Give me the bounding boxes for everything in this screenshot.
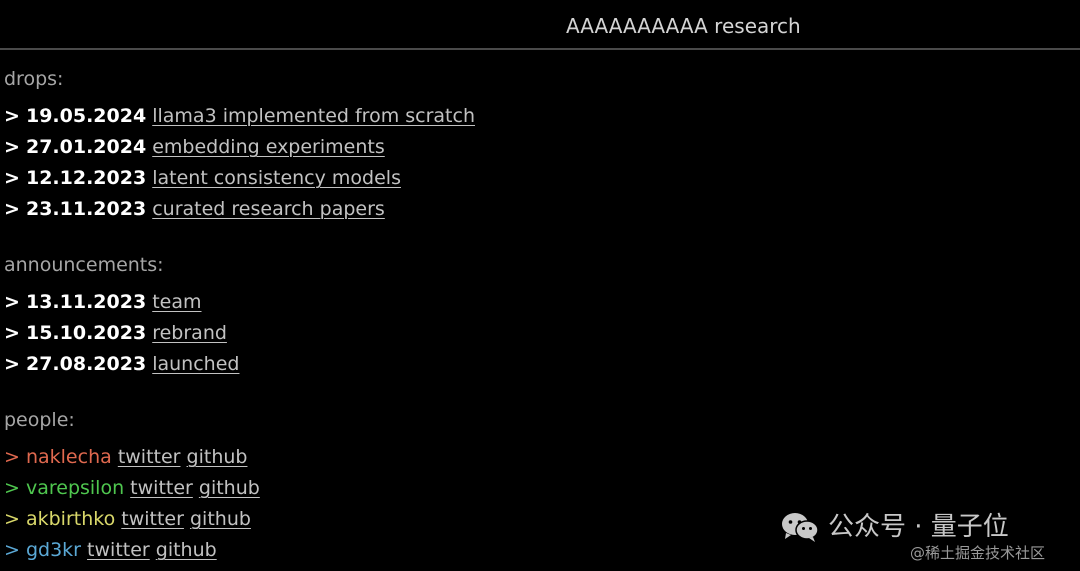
github-link[interactable]: github	[187, 446, 248, 468]
drop-item: > 23.11.2023 curated research papers	[4, 196, 385, 223]
announcement-item: > 13.11.2023 team	[4, 289, 202, 316]
twitter-link[interactable]: twitter	[121, 508, 184, 530]
announcement-link[interactable]: rebrand	[152, 322, 227, 344]
person-item: > gd3kr twitter github	[4, 537, 217, 564]
person-item: > akbirthko twitter github	[4, 506, 251, 533]
drop-date: 27.01.2024	[25, 136, 147, 158]
person-item: > naklecha twitter github	[4, 444, 247, 471]
arrow-marker: >	[4, 477, 20, 499]
person-item: > varepsilon twitter github	[4, 475, 260, 502]
person-name: gd3kr	[25, 539, 81, 561]
arrow-marker: >	[4, 105, 20, 127]
arrow-marker: >	[4, 508, 20, 530]
twitter-link[interactable]: twitter	[87, 539, 150, 561]
arrow-marker: >	[4, 198, 20, 220]
announcement-link[interactable]: launched	[152, 353, 239, 375]
person-name: akbirthko	[25, 508, 116, 530]
drop-link[interactable]: latent consistency models	[152, 167, 401, 189]
watermark-account-name: 公众号 · 量子位	[828, 512, 1009, 542]
github-link[interactable]: github	[199, 477, 260, 499]
drop-item: > 12.12.2023 latent consistency models	[4, 165, 401, 192]
drop-link[interactable]: llama3 implemented from scratch	[152, 105, 475, 127]
drop-link[interactable]: curated research papers	[152, 198, 385, 220]
site-header: AAAAAAAAAA research	[0, 0, 1080, 50]
wechat-icon	[782, 513, 819, 542]
people-heading: people:	[4, 409, 75, 431]
drop-date: 19.05.2024	[25, 105, 147, 127]
watermark-source: @稀土掘金技术社区	[910, 544, 1046, 562]
person-name: naklecha	[25, 446, 112, 468]
arrow-marker: >	[4, 167, 20, 189]
announcement-item: > 15.10.2023 rebrand	[4, 320, 227, 347]
announcement-link[interactable]: team	[152, 291, 201, 313]
announcement-date: 27.08.2023	[25, 353, 147, 375]
github-link[interactable]: github	[190, 508, 251, 530]
drop-date: 23.11.2023	[25, 198, 147, 220]
announcement-item: > 27.08.2023 launched	[4, 351, 239, 378]
arrow-marker: >	[4, 291, 20, 313]
drop-item: > 19.05.2024 llama3 implemented from scr…	[4, 103, 475, 130]
drops-heading: drops:	[4, 68, 64, 90]
drop-link[interactable]: embedding experiments	[152, 136, 385, 158]
github-link[interactable]: github	[156, 539, 217, 561]
announcements-heading: announcements:	[4, 254, 164, 276]
drop-date: 12.12.2023	[25, 167, 147, 189]
drop-item: > 27.01.2024 embedding experiments	[4, 134, 385, 161]
arrow-marker: >	[4, 322, 20, 344]
twitter-link[interactable]: twitter	[118, 446, 181, 468]
arrow-marker: >	[4, 136, 20, 158]
announcement-date: 13.11.2023	[25, 291, 147, 313]
site-title: AAAAAAAAAA research	[566, 14, 801, 38]
twitter-link[interactable]: twitter	[130, 477, 193, 499]
arrow-marker: >	[4, 446, 20, 468]
arrow-marker: >	[4, 539, 20, 561]
arrow-marker: >	[4, 353, 20, 375]
person-name: varepsilon	[25, 477, 125, 499]
announcement-date: 15.10.2023	[25, 322, 147, 344]
